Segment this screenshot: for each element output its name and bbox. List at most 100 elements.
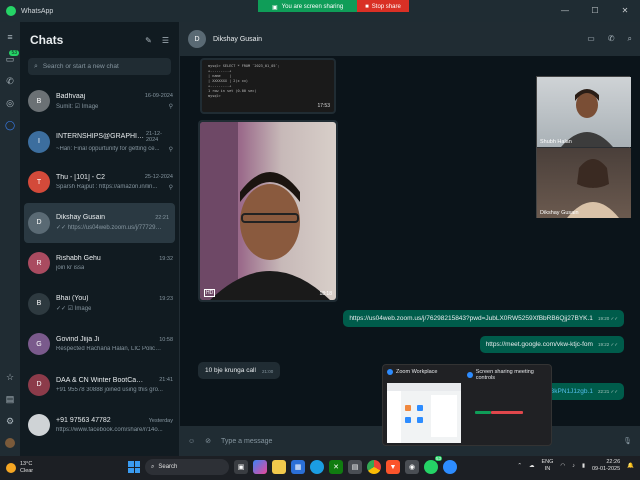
- chat-time: 10:58: [159, 336, 173, 343]
- message-text[interactable]: https://meet.google.com/vkw-ktjc-fom: [486, 341, 593, 348]
- chat-avatar: D: [28, 211, 50, 234]
- profile-avatar[interactable]: [5, 438, 15, 448]
- chat-list-item[interactable]: T Thu - [101] - C2 25-12-2024 Sparsh Rajput…: [20, 162, 179, 203]
- clock-date: 09-01-2025: [592, 466, 621, 472]
- time-value: 19:20: [597, 316, 610, 321]
- chat-list-item[interactable]: +91 97563 47782 Yesterday https://www.face…: [20, 405, 179, 446]
- archive-icon[interactable]: ▤: [5, 394, 15, 404]
- search-icon: ⌕: [151, 463, 155, 470]
- contact-avatar[interactable]: D: [188, 30, 206, 48]
- video-tile[interactable]: Shubh Halan: [537, 77, 631, 147]
- participant-name: Dikshay Gusain: [540, 210, 579, 216]
- zoom-taskbar-icon[interactable]: [443, 460, 457, 474]
- status-icon[interactable]: ◎: [5, 98, 15, 108]
- taskbar-preview-popup: Zoom Workplace Screen sharing meeting co…: [382, 364, 552, 446]
- chevron-up-icon[interactable]: ⌃: [517, 463, 522, 469]
- time-value: 22:21: [597, 389, 610, 394]
- image-message-photo[interactable]: HD 18:18: [198, 120, 338, 302]
- chat-row-top: Thu - [101] - C2 25-12-2024: [56, 174, 173, 181]
- tray-icon[interactable]: ☁: [529, 463, 535, 469]
- battery-icon[interactable]: ▮: [582, 463, 585, 469]
- video-tile[interactable]: Dikshay Gusain: [537, 148, 631, 218]
- message-time: 21:00: [261, 369, 274, 374]
- windows-start-icon[interactable]: [128, 461, 140, 473]
- chat-list-item[interactable]: D DAA & CN Winter BootCamp 5th... 21:41 +91…: [20, 365, 179, 406]
- whatsapp-taskbar-icon[interactable]: 53: [424, 456, 442, 474]
- search-input[interactable]: [42, 63, 163, 70]
- volume-icon[interactable]: ♪: [572, 463, 575, 469]
- new-chat-icon[interactable]: ✎: [145, 36, 152, 45]
- image-message-screenshot[interactable]: mysql> SELECT * FROM `2023_01_05`; +-----…: [200, 58, 336, 114]
- window-controls: — ☐ ✕: [550, 0, 640, 22]
- share-status-text: You are screen sharing: [281, 4, 344, 10]
- chat-list-item[interactable]: D Dikshay Gusain 22:21 ✓✓ https://us04web.z…: [24, 202, 175, 243]
- outgoing-message[interactable]: https://us04web.zoom.us/j/76298215843?pw…: [343, 310, 624, 327]
- participant-name: Shubh Halan: [540, 139, 572, 145]
- chat-list-item[interactable]: R Rishabh Gehu 19:32 join kr issa: [20, 243, 179, 284]
- message-text: 10 bje krunga call: [205, 367, 256, 374]
- incoming-message[interactable]: 10 bje krunga call 21:00: [198, 362, 281, 379]
- close-button[interactable]: ✕: [610, 0, 640, 22]
- search-messages-icon[interactable]: ⌕: [628, 34, 632, 44]
- stop-share-label: Stop share: [371, 4, 401, 10]
- task-view-icon[interactable]: ▣: [234, 460, 248, 474]
- chat-row-bottom: +91 95578 30888 joined using this gro...: [56, 387, 173, 393]
- chat-row-bottom: Sumit: ☑ Image ⚲: [56, 103, 173, 110]
- weather-widget[interactable]: 13°C Clear: [6, 461, 86, 475]
- vscode-icon[interactable]: ◉: [405, 460, 419, 474]
- chat-list-item[interactable]: B Badhvaaj 16-09-2024 Sumit: ☑ Image ⚲: [20, 81, 179, 122]
- conversation-header[interactable]: D Dikshay Gusain ▭ ✆ ⌕: [180, 22, 640, 56]
- microphone-icon[interactable]: 🎙: [623, 437, 632, 445]
- file-explorer-icon[interactable]: [272, 460, 286, 474]
- share-controls-title[interactable]: Screen sharing meeting controls: [467, 369, 551, 381]
- maximize-button[interactable]: ☐: [580, 0, 610, 22]
- message-text[interactable]: https://us04web.zoom.us/j/76298215843?pw…: [349, 315, 593, 322]
- voice-call-icon[interactable]: ✆: [608, 34, 615, 44]
- chats-icon[interactable]: ▭ 53: [5, 50, 19, 64]
- tiles-icon[interactable]: ▤: [348, 460, 362, 474]
- video-call-icon[interactable]: ▭: [587, 34, 595, 44]
- emoji-icon[interactable]: ☺: [188, 438, 195, 445]
- brave-icon[interactable]: ▼: [386, 460, 400, 474]
- chat-time: Yesterday: [148, 417, 173, 424]
- menu-icon[interactable]: ≡: [5, 32, 15, 42]
- zoom-window-thumbnail[interactable]: [387, 383, 461, 443]
- chat-list-item[interactable]: G Govind Jiija Ji 10:58 Respected Rachana H…: [20, 324, 179, 365]
- message-time: 18:18: [319, 291, 332, 297]
- chrome-icon[interactable]: [367, 460, 381, 474]
- outgoing-message[interactable]: https://meet.google.com/vkw-ktjc-fom 19:…: [479, 336, 624, 353]
- chat-row-top: Govind Jiija Ji 10:58: [56, 336, 173, 343]
- copilot-icon[interactable]: [253, 460, 267, 474]
- chat-avatar: D: [28, 373, 50, 396]
- share-controls-thumbnail[interactable]: [467, 383, 549, 443]
- taskbar-search[interactable]: ⌕ Search: [145, 459, 229, 475]
- attach-icon[interactable]: ⊘: [205, 437, 211, 445]
- person-photo: [200, 122, 330, 300]
- zoom-workplace-title[interactable]: Zoom Workplace: [387, 369, 437, 375]
- screen-share-bar: ▣ You are screen sharing ■ Stop share: [258, 0, 409, 12]
- meta-ai-icon[interactable]: ◯: [5, 120, 15, 130]
- taskbar-clock[interactable]: 22:26 09-01-2025: [592, 459, 620, 473]
- chat-row-bottom: ✓✓ https://us04web.zoom.us/j/7772948...: [56, 224, 169, 231]
- chat-list-actions: ✎ ☰: [145, 36, 169, 45]
- settings-icon[interactable]: ⚙: [5, 416, 15, 426]
- chat-preview: https://www.facebook.com/share/r/14o...: [56, 427, 163, 434]
- xbox-icon[interactable]: ✕: [329, 460, 343, 474]
- chat-list-item[interactable]: B Bhai (You) 19:23 ✓✓ ☑ Image: [20, 284, 179, 325]
- windows-taskbar: 13°C Clear ⌕ Search ▣ ▦ ✕ ▤ ▼ ◉ 53 ⌃ ☁ E…: [0, 456, 640, 480]
- edge-icon[interactable]: [310, 460, 324, 474]
- chat-list-panel: Chats ✎ ☰ ⌕ B Badhvaaj 16-09-2024 Sumit: ☑ …: [20, 22, 180, 456]
- starred-icon[interactable]: ☆: [5, 372, 15, 382]
- minimize-button[interactable]: —: [550, 0, 580, 22]
- notifications-icon[interactable]: 🔔: [627, 463, 634, 469]
- store-icon[interactable]: ▦: [291, 460, 305, 474]
- stop-share-button[interactable]: ■ Stop share: [357, 0, 409, 12]
- search-box[interactable]: ⌕: [28, 58, 171, 75]
- calls-icon[interactable]: ✆: [5, 76, 15, 86]
- wifi-icon[interactable]: ◠: [560, 463, 565, 469]
- meeting-video-panel[interactable]: Shubh Halan Dikshay Gusain: [536, 76, 631, 218]
- filter-icon[interactable]: ☰: [162, 36, 169, 45]
- chat-list-item[interactable]: I INTERNSHIPS@GRAPHIC E... 21-12-2024 ~Hari…: [20, 122, 179, 163]
- chat-name: DAA & CN Winter BootCamp 5th...: [56, 376, 146, 384]
- language-indicator[interactable]: ENG IN: [541, 459, 553, 473]
